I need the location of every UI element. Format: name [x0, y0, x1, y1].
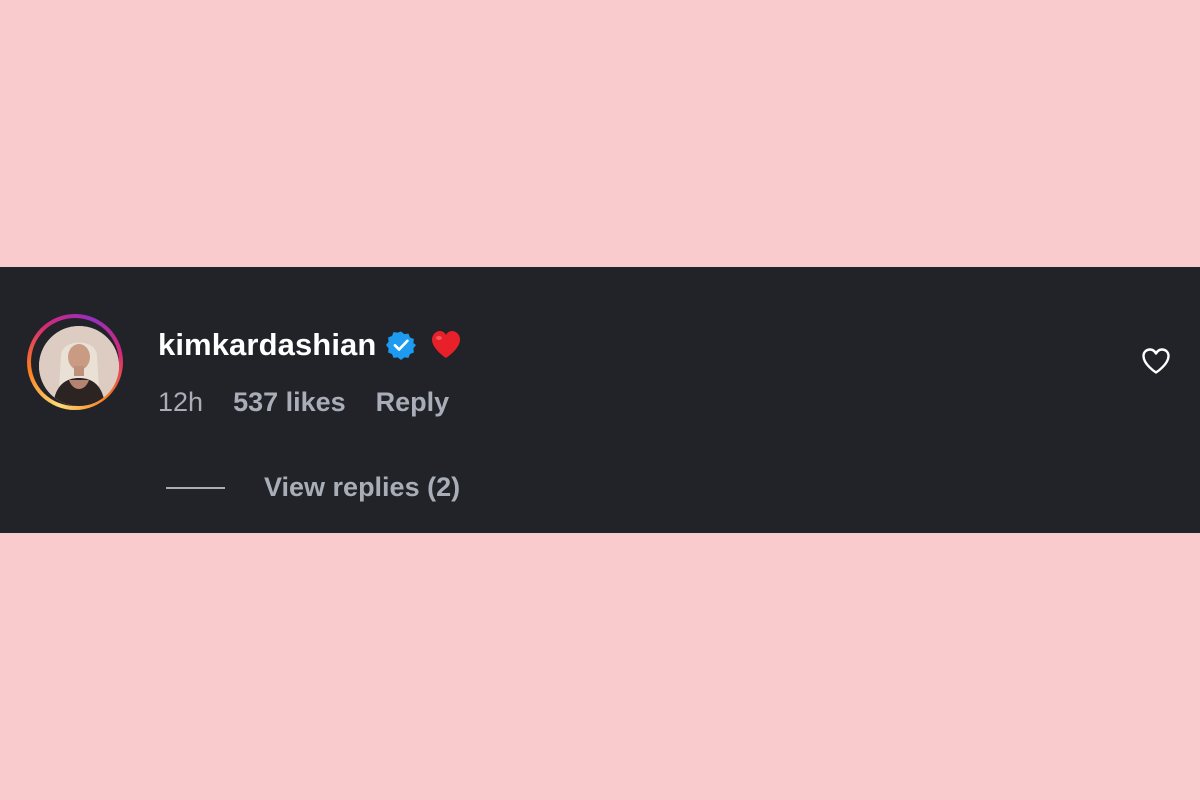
avatar[interactable] — [39, 326, 119, 406]
likes-count[interactable]: 537 likes — [233, 387, 346, 418]
comment-meta: 12h 537 likes Reply — [158, 387, 449, 418]
replies-divider-line — [166, 486, 225, 489]
view-replies-label: View replies (2) — [264, 472, 461, 502]
comment-panel: kimkardashian 12h 537 likes Reply View r… — [0, 267, 1200, 533]
heart-outline-icon[interactable] — [1140, 345, 1172, 377]
reply-button[interactable]: Reply — [376, 387, 450, 418]
view-replies-button[interactable]: View replies (2) — [166, 472, 460, 503]
timestamp: 12h — [158, 387, 204, 417]
username[interactable]: kimkardashian — [158, 327, 376, 363]
comment-header: kimkardashian — [158, 325, 462, 365]
red-heart-emoji — [432, 331, 461, 358]
verified-badge-icon — [386, 331, 417, 360]
avatar-story-ring[interactable] — [27, 314, 123, 410]
avatar-ring-gap — [31, 318, 119, 406]
avatar-photo — [39, 326, 119, 406]
